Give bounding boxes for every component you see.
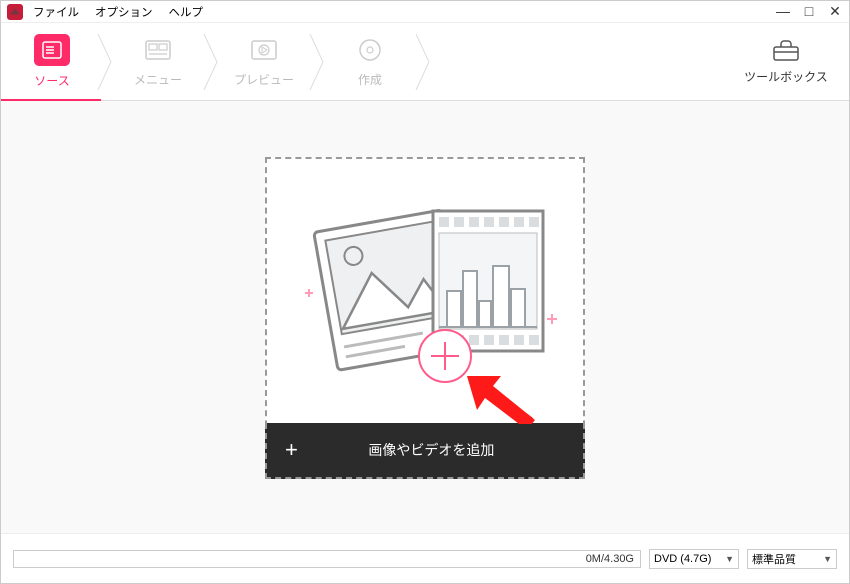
disc-type-select[interactable]: DVD (4.7G) ▼: [649, 549, 739, 569]
step-chevron-icon: [95, 23, 115, 101]
step-chevron-icon: [413, 23, 433, 101]
pointer-arrow-icon: [467, 374, 537, 424]
quality-select[interactable]: 標準品質 ▼: [747, 549, 837, 569]
main-menu: ファイル オプション ヘルプ: [33, 4, 203, 20]
step-preview-label: プレビュー: [234, 71, 294, 88]
dropzone-illustration: [267, 159, 583, 423]
step-menu-label: メニュー: [134, 71, 182, 88]
toolbox-icon: [772, 38, 800, 62]
add-media-label: 画像やビデオを追加: [334, 440, 565, 460]
quality-value: 標準品質: [752, 551, 796, 567]
plus-icon: +: [285, 437, 298, 463]
disc-capacity-bar: 0M/4.30G: [13, 550, 641, 568]
toolbox-label: ツールボックス: [744, 68, 828, 85]
dropzone[interactable]: + 画像やビデオを追加: [265, 157, 585, 477]
step-menu[interactable]: メニュー: [115, 35, 201, 88]
menu-file[interactable]: ファイル: [33, 4, 79, 20]
menu-template-icon: [145, 40, 171, 60]
content-area: + 画像やビデオを追加: [1, 101, 849, 533]
source-icon: [42, 41, 62, 59]
close-button[interactable]: ✕: [827, 3, 843, 20]
step-preview[interactable]: プレビュー: [221, 35, 307, 88]
create-disc-icon: [358, 38, 382, 62]
toolbox-button[interactable]: ツールボックス: [743, 38, 829, 85]
chevron-down-icon: ▼: [823, 554, 832, 564]
minimize-button[interactable]: —: [775, 3, 791, 20]
step-source-label: ソース: [34, 72, 69, 89]
window-controls: — □ ✕: [775, 3, 843, 20]
bottom-bar: 0M/4.30G DVD (4.7G) ▼ 標準品質 ▼: [1, 533, 849, 583]
step-chevron-icon: [201, 23, 221, 101]
app-logo: [7, 4, 23, 20]
step-bar: ソース メニュー プレビュー 作成 ツールボックス: [1, 23, 849, 101]
step-create[interactable]: 作成: [327, 35, 413, 88]
disc-capacity-text: 0M/4.30G: [586, 553, 634, 565]
preview-icon: [251, 40, 277, 60]
step-chevron-icon: [307, 23, 327, 101]
titlebar: ファイル オプション ヘルプ — □ ✕: [1, 1, 849, 23]
chevron-down-icon: ▼: [725, 554, 734, 564]
add-media-button[interactable]: + 画像やビデオを追加: [265, 423, 585, 479]
menu-help[interactable]: ヘルプ: [169, 4, 204, 20]
step-create-label: 作成: [358, 71, 382, 88]
disc-type-value: DVD (4.7G): [654, 553, 711, 565]
maximize-button[interactable]: □: [801, 3, 817, 20]
menu-options[interactable]: オプション: [95, 4, 153, 20]
step-source[interactable]: ソース: [9, 34, 95, 89]
